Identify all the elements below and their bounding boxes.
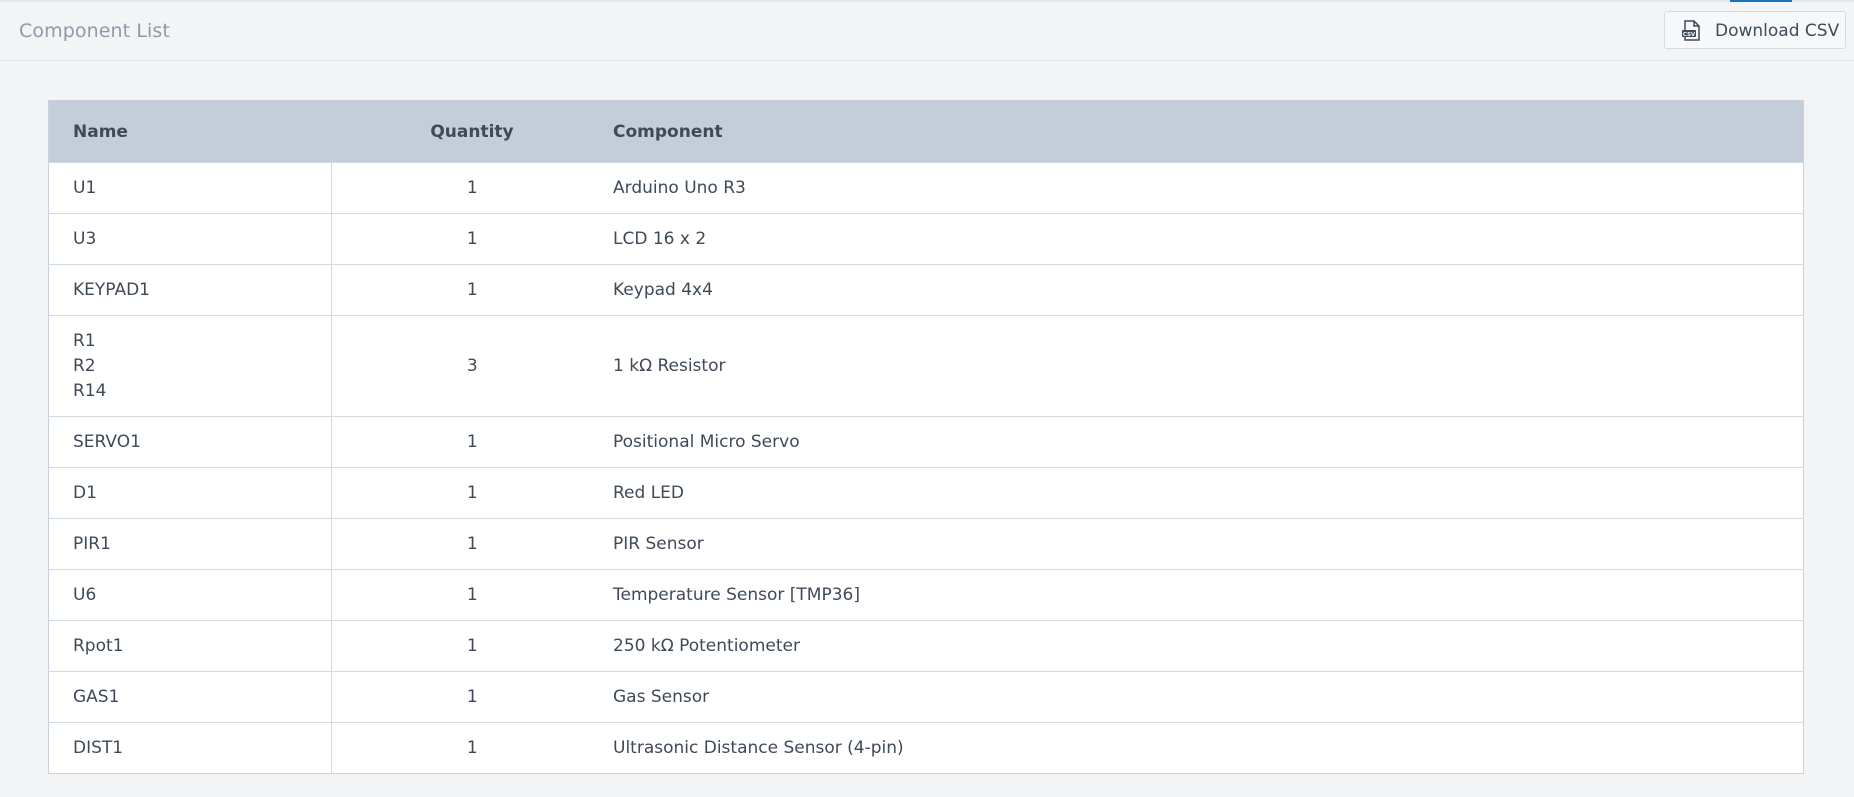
component-designator: DIST1 <box>73 737 124 758</box>
cell-component: Gas Sensor <box>613 671 1804 723</box>
component-table-container: Name Quantity Component U1 1 Arduino Uno R… <box>48 100 1804 774</box>
cell-name: U1 <box>48 162 332 214</box>
table-row[interactable]: U1 1 Arduino Uno R3 <box>48 162 1804 214</box>
component-designator: GAS1 <box>73 686 120 707</box>
cell-component: PIR Sensor <box>613 518 1804 570</box>
cell-name: SERVO1 <box>48 416 332 468</box>
table-row[interactable]: U3 1 LCD 16 x 2 <box>48 213 1804 265</box>
download-csv-button[interactable]: CSV Download CSV <box>1664 11 1846 49</box>
page-header: Component List CSV Download CSV <box>0 2 1854 61</box>
component-designator: R2 <box>73 355 96 376</box>
cell-name: DIST1 <box>48 722 332 774</box>
column-header-component[interactable]: Component <box>613 101 1804 163</box>
table-row[interactable]: D1 1 Red LED <box>48 467 1804 519</box>
cell-quantity: 1 <box>331 620 613 672</box>
component-designator: KEYPAD1 <box>73 279 150 300</box>
cell-quantity: 1 <box>331 671 613 723</box>
component-table: Name Quantity Component U1 1 Arduino Uno R… <box>48 100 1804 774</box>
table-row[interactable]: Rpot1 1 250 kΩ Potentiometer <box>48 620 1804 672</box>
cell-name: KEYPAD1 <box>48 264 332 316</box>
component-designator: Rpot1 <box>73 635 124 656</box>
cell-component: Temperature Sensor [TMP36] <box>613 569 1804 621</box>
component-designator: U6 <box>73 584 97 605</box>
cell-component: LCD 16 x 2 <box>613 213 1804 265</box>
table-row[interactable]: R1 R2 R14 3 1 kΩ Resistor <box>48 315 1804 417</box>
cell-name: U6 <box>48 569 332 621</box>
cell-quantity: 1 <box>331 162 613 214</box>
page-title: Component List <box>19 20 170 42</box>
cell-name: PIR1 <box>48 518 332 570</box>
component-designator: D1 <box>73 482 97 503</box>
cell-quantity: 1 <box>331 722 613 774</box>
component-designator: PIR1 <box>73 533 111 554</box>
cell-name: R1 R2 R14 <box>48 315 332 417</box>
component-designator: SERVO1 <box>73 431 141 452</box>
column-header-quantity[interactable]: Quantity <box>331 101 613 163</box>
component-designator: R14 <box>73 380 107 401</box>
cell-name: D1 <box>48 467 332 519</box>
cell-quantity: 3 <box>331 315 613 417</box>
table-row[interactable]: PIR1 1 PIR Sensor <box>48 518 1804 570</box>
cell-component: Positional Micro Servo <box>613 416 1804 468</box>
cell-quantity: 1 <box>331 416 613 468</box>
cell-quantity: 1 <box>331 518 613 570</box>
table-body: U1 1 Arduino Uno R3 U3 1 LCD 16 x 2 KEYPAD1 1 Ke… <box>48 162 1804 774</box>
table-header-row: Name Quantity Component <box>48 100 1804 163</box>
table-row[interactable]: GAS1 1 Gas Sensor <box>48 671 1804 723</box>
cell-component: Ultrasonic Distance Sensor (4-pin) <box>613 722 1804 774</box>
table-row[interactable]: U6 1 Temperature Sensor [TMP36] <box>48 569 1804 621</box>
cell-name: U3 <box>48 213 332 265</box>
cell-component: Arduino Uno R3 <box>613 162 1804 214</box>
cell-quantity: 1 <box>331 213 613 265</box>
table-row[interactable]: SERVO1 1 Positional Micro Servo <box>48 416 1804 468</box>
cell-name: GAS1 <box>48 671 332 723</box>
csv-file-icon: CSV <box>1681 20 1701 42</box>
cell-component: 1 kΩ Resistor <box>613 315 1804 417</box>
column-header-name[interactable]: Name <box>49 101 332 163</box>
download-csv-label: Download CSV <box>1715 21 1840 41</box>
cell-component: Red LED <box>613 467 1804 519</box>
cell-quantity: 1 <box>331 569 613 621</box>
table-row[interactable]: KEYPAD1 1 Keypad 4x4 <box>48 264 1804 316</box>
cell-quantity: 1 <box>331 467 613 519</box>
cell-component: 250 kΩ Potentiometer <box>613 620 1804 672</box>
component-designator: U3 <box>73 228 97 249</box>
component-designator: R1 <box>73 330 96 351</box>
cell-component: Keypad 4x4 <box>613 264 1804 316</box>
cell-name: Rpot1 <box>48 620 332 672</box>
cell-quantity: 1 <box>331 264 613 316</box>
svg-text:CSV: CSV <box>1683 32 1696 38</box>
component-designator: U1 <box>73 177 97 198</box>
table-row[interactable]: DIST1 1 Ultrasonic Distance Sensor (4-pin) <box>48 722 1804 774</box>
